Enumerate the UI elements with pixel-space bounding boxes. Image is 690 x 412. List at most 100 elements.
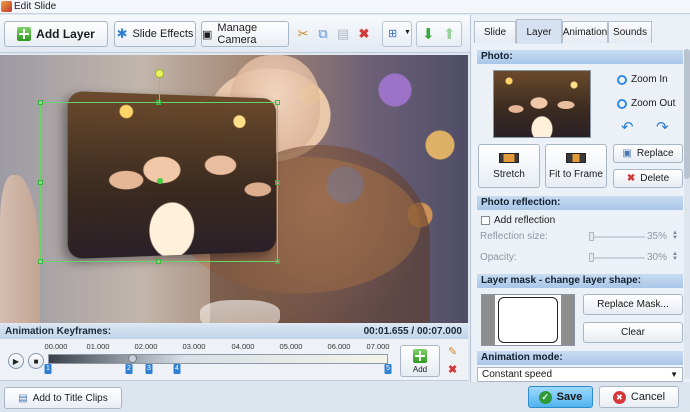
checkbox-icon [481, 216, 490, 225]
tab-animation[interactable]: Animation [562, 21, 608, 43]
arrange-dropdown[interactable]: ⊞ ▼ [382, 21, 412, 47]
close-icon: ✖ [613, 391, 626, 404]
manage-camera-label: Manage Camera [217, 22, 288, 46]
paste-icon[interactable]: ▤ [334, 24, 352, 44]
tick-label: 01.000 [87, 342, 110, 351]
opacity-label: Opacity: [480, 252, 517, 263]
fit-frame-icon [566, 153, 586, 163]
spin-arrows-icon[interactable]: ▲ ▼ [672, 231, 678, 241]
add-keyframe-label: Add [413, 365, 427, 374]
layer-order-group: ⬇ ⬆ [416, 21, 462, 47]
stretch-button[interactable]: Stretch [478, 144, 540, 188]
fit-to-frame-button[interactable]: Fit to Frame [545, 144, 607, 188]
camera-icon: ▣ [202, 28, 212, 41]
tab-bar: Slide Layer Animation Sounds [471, 19, 690, 43]
cut-icon[interactable]: ✂ [294, 24, 312, 44]
tab-sounds[interactable]: Sounds [608, 21, 652, 43]
tick-label: 00.000 [45, 342, 68, 351]
resize-handle[interactable] [156, 259, 161, 264]
slider-knob[interactable] [589, 232, 594, 241]
resize-handle[interactable] [275, 100, 280, 105]
opacity-value[interactable]: 30% [647, 252, 667, 263]
zoom-out-button[interactable]: Zoom Out [617, 98, 675, 109]
delete-icon: ✖ [627, 173, 635, 184]
stretch-icon [499, 153, 519, 163]
copy-icon[interactable]: ⧉ [314, 24, 332, 44]
animation-mode-select[interactable]: Constant speed ▼ [477, 367, 683, 382]
stop-icon: ■ [34, 357, 39, 366]
sparkle-icon: ✱ [117, 26, 128, 42]
keyframe-marker[interactable]: 2 [126, 364, 133, 374]
animation-mode-header: Animation mode: [477, 351, 683, 365]
clear-mask-button[interactable]: Clear [583, 322, 683, 343]
save-button[interactable]: ✓ Save [528, 386, 593, 408]
app-icon [1, 1, 12, 12]
reflection-size-value[interactable]: 35% [647, 231, 667, 242]
keyframe-marker[interactable]: 1 [45, 364, 52, 374]
toolbar: Add Layer ✱ Slide Effects ▣ Manage Camer… [0, 15, 470, 53]
stop-button[interactable]: ■ [28, 353, 44, 369]
mask-section-header: Layer mask - change layer shape: [477, 274, 683, 288]
reflection-size-slider[interactable] [589, 236, 645, 238]
delete-icon[interactable]: ✖ [355, 24, 373, 44]
cancel-label: Cancel [631, 391, 665, 403]
keyframe-marker[interactable]: 4 [174, 364, 181, 374]
resize-handle[interactable] [275, 259, 280, 264]
playhead[interactable] [128, 354, 137, 363]
mask-shape [498, 297, 558, 343]
chevron-down-icon: ▼ [670, 368, 678, 381]
pencil-icon[interactable]: ✎ [448, 345, 457, 358]
slider-knob[interactable] [589, 253, 594, 262]
keyframe-marker[interactable]: 5 [385, 364, 392, 374]
rotate-right-icon[interactable]: ↷ [656, 118, 669, 136]
slide-effects-label: Slide Effects [132, 28, 193, 40]
delete-button[interactable]: ✖ Delete [613, 169, 683, 188]
tick-label: 05.000 [280, 342, 303, 351]
plus-icon [17, 27, 31, 41]
resize-handle[interactable] [38, 259, 43, 264]
tab-layer[interactable]: Layer [516, 19, 562, 44]
zoom-in-label: Zoom In [631, 74, 668, 85]
background-cake [200, 300, 280, 323]
slide-preview[interactable] [0, 55, 468, 323]
keyframes-header: Animation Keyframes: 00:01.655 / 00:07.0… [0, 325, 468, 339]
move-up-icon[interactable]: ⬆ [443, 25, 456, 43]
resize-handle[interactable] [38, 100, 43, 105]
replace-mask-button[interactable]: Replace Mask... [583, 294, 683, 315]
reflection-section-header: Photo reflection: [477, 196, 683, 210]
spin-arrows-icon[interactable]: ▲ ▼ [672, 252, 678, 262]
keyframe-marker[interactable]: 3 [146, 364, 153, 374]
tick-label: 07.000 [367, 342, 390, 351]
opacity-slider[interactable] [589, 257, 645, 259]
add-to-title-clips-label: Add to Title Clips [33, 393, 108, 404]
add-to-title-clips-button[interactable]: ▤ Add to Title Clips [4, 387, 122, 409]
rotate-left-icon[interactable]: ↶ [621, 118, 634, 136]
cancel-button[interactable]: ✖ Cancel [599, 386, 679, 408]
slide-effects-button[interactable]: ✱ Slide Effects [114, 21, 196, 47]
zoom-in-button[interactable]: Zoom In [617, 74, 668, 85]
play-icon: ▶ [13, 357, 19, 366]
add-reflection-checkbox[interactable]: Add reflection [481, 215, 555, 226]
add-layer-button[interactable]: Add Layer [4, 21, 108, 47]
title-clips-icon: ▤ [18, 393, 27, 404]
stretch-label: Stretch [493, 169, 525, 180]
resize-handle[interactable] [275, 180, 280, 185]
add-keyframe-button[interactable]: Add [400, 345, 440, 377]
plus-icon [413, 349, 427, 363]
fit-to-frame-label: Fit to Frame [549, 169, 603, 180]
photo-thumbnail [493, 70, 591, 138]
manage-camera-button[interactable]: ▣ Manage Camera [201, 21, 289, 47]
add-reflection-label: Add reflection [494, 215, 555, 226]
add-layer-label: Add Layer [36, 27, 95, 41]
delete-keyframe-icon[interactable]: ✖ [448, 363, 457, 376]
scrollbar-thumb[interactable] [684, 49, 690, 179]
animation-mode-value: Constant speed [482, 369, 552, 380]
rotation-handle[interactable] [155, 69, 164, 78]
move-down-icon[interactable]: ⬇ [422, 25, 435, 43]
resize-handle[interactable] [38, 180, 43, 185]
tab-slide[interactable]: Slide [474, 21, 516, 43]
replace-button[interactable]: ▣ Replace [613, 144, 683, 163]
timeline-track[interactable] [48, 354, 388, 364]
play-button[interactable]: ▶ [8, 353, 24, 369]
center-point[interactable] [157, 178, 163, 184]
